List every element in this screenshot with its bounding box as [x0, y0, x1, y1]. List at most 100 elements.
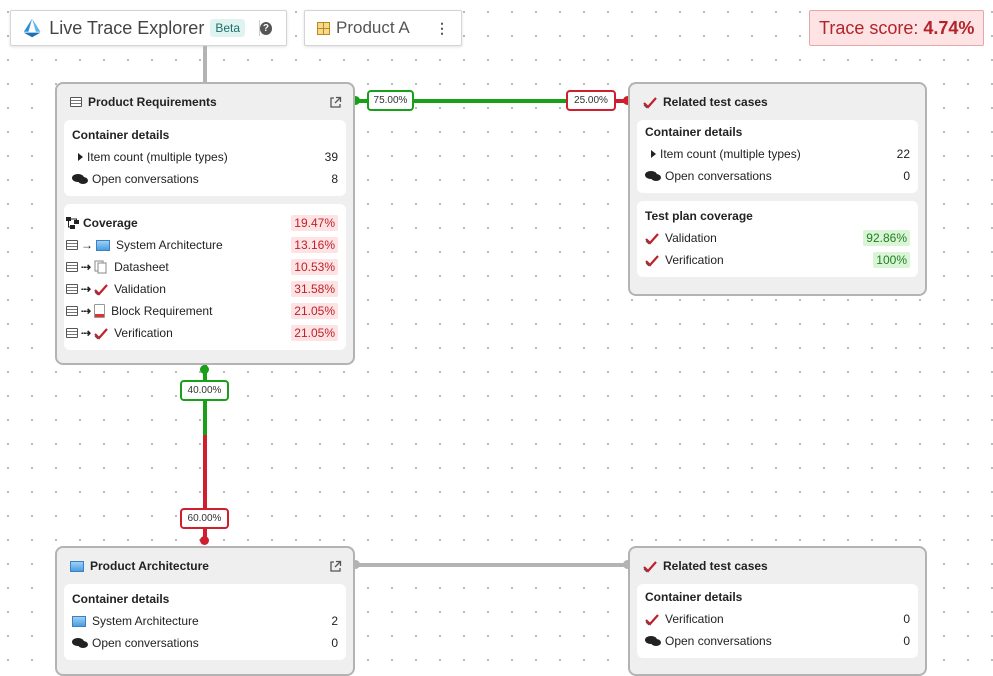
conversations-icon [72, 174, 88, 184]
coverage-value: 31.58% [291, 281, 338, 297]
dashed-arrow-icon: ⇢ [81, 282, 92, 296]
coverage-row[interactable]: Verification 100% [645, 249, 910, 271]
item-count-row[interactable]: Item count (multiple types) 22 [645, 143, 910, 165]
coverage-row[interactable]: ⇢ Datasheet 10.53% [66, 256, 338, 278]
card-header: Product Architecture [64, 548, 346, 584]
open-conversations-row: Open conversations 0 [645, 630, 910, 652]
uncovered-percent-label: 60.00% [180, 508, 229, 529]
container-details-panel: Container details Item count (multiple t… [64, 120, 346, 196]
upstream-connector [203, 46, 207, 82]
card-header: Product Requirements [64, 84, 346, 120]
test-plan-coverage-panel: Test plan coverage Validation 92.86% Ver… [637, 201, 918, 277]
trace-score-value: 4.74% [923, 17, 975, 38]
help-icon[interactable]: ? [259, 21, 272, 35]
detail-row: System Architecture 2 [72, 610, 338, 632]
item-count-label: Item count (multiple types) [660, 147, 801, 161]
uncovered-percent-label: 25.00% [566, 90, 616, 111]
app-brand-bar: Live Trace Explorer Beta ? [10, 10, 287, 46]
app-title: Live Trace Explorer [49, 17, 205, 38]
system-architecture-icon [96, 239, 110, 251]
detail-label: Verification [665, 612, 724, 626]
product-selector[interactable]: Product A ⋮ [304, 10, 462, 46]
related-test-cases-card[interactable]: Related test cases Container details Ite… [628, 82, 927, 296]
expand-caret-icon[interactable] [651, 150, 656, 158]
detail-label: Open conversations [665, 634, 772, 648]
conversations-value: 8 [331, 172, 338, 186]
item-count-row[interactable]: Item count (multiple types) 39 [72, 146, 338, 168]
connector-start-dot [200, 365, 209, 374]
coverage-label: Block Requirement [111, 304, 213, 318]
coverage-panel: Coverage 19.47% → System Architecture 13… [64, 204, 346, 350]
open-conversations-row: Open conversations 8 [72, 168, 338, 190]
conversations-icon [72, 638, 88, 648]
product-requirements-card[interactable]: Product Requirements Container details I… [55, 82, 355, 365]
detail-value: 0 [331, 636, 338, 650]
coverage-value: 10.53% [291, 259, 338, 275]
trace-score-badge: Trace score: 4.74% [809, 10, 985, 46]
coverage-label: Verification [114, 326, 173, 340]
test-check-icon [645, 254, 659, 267]
coverage-value: 21.05% [291, 303, 338, 319]
card-header: Related test cases [637, 84, 918, 120]
related-test-cases-card[interactable]: Related test cases Container details Ver… [628, 546, 927, 676]
requirements-table-icon [66, 306, 78, 316]
card-title: Related test cases [663, 95, 768, 109]
requirements-table-icon [66, 328, 78, 338]
card-title: Product Architecture [90, 559, 209, 573]
panel-title: Test plan coverage [645, 209, 753, 223]
covered-percent-label: 40.00% [180, 380, 229, 401]
requirements-table-icon [66, 262, 78, 272]
coverage-total-badge: 19.47% [291, 215, 338, 231]
open-external-icon[interactable] [329, 560, 342, 573]
system-architecture-icon [70, 560, 84, 572]
coverage-value: 92.86% [863, 230, 910, 246]
neutral-connector-line [356, 563, 628, 567]
coverage-label: Verification [665, 253, 724, 267]
coverage-row[interactable]: → System Architecture 13.16% [66, 234, 338, 256]
connector-end-dot [200, 536, 209, 545]
panel-title: Container details [645, 125, 743, 139]
panel-title: Container details [645, 590, 743, 604]
container-details-panel: Container details Item count (multiple t… [637, 120, 918, 193]
container-details-panel: Container details Verification 0 Open co… [637, 584, 918, 658]
detail-row: Verification 0 [645, 608, 910, 630]
detail-value: 0 [903, 634, 910, 648]
coverage-header-row: Coverage 19.47% [66, 212, 338, 234]
product-name: Product A [336, 18, 410, 37]
test-check-icon [645, 613, 659, 626]
dashed-arrow-icon: ⇢ [81, 326, 92, 340]
beta-badge: Beta [210, 19, 246, 37]
coverage-title: Coverage [83, 216, 138, 230]
test-check-icon [645, 232, 659, 245]
trace-score-label: Trace score: [819, 17, 919, 38]
item-count-label: Item count (multiple types) [87, 150, 228, 164]
coverage-row[interactable]: Validation 92.86% [645, 227, 910, 249]
test-check-icon [643, 560, 657, 573]
requirements-table-icon [70, 97, 82, 107]
card-title: Product Requirements [88, 95, 217, 109]
block-requirement-icon [94, 304, 106, 318]
test-check-icon [94, 283, 108, 296]
open-external-icon[interactable] [329, 96, 342, 109]
requirements-table-icon [66, 284, 78, 294]
more-options-icon[interactable]: ⋮ [435, 21, 449, 35]
conversations-label: Open conversations [92, 172, 199, 186]
dashed-arrow-icon: ⇢ [81, 304, 92, 318]
card-header: Related test cases [637, 548, 918, 584]
expand-caret-icon[interactable] [78, 153, 83, 161]
test-check-icon [94, 327, 108, 340]
system-architecture-icon [72, 615, 86, 627]
datasheet-icon [94, 260, 107, 274]
coverage-row[interactable]: ⇢ Validation 31.58% [66, 278, 338, 300]
coverage-row[interactable]: ⇢ Block Requirement 21.05% [66, 300, 338, 322]
solid-arrow-icon: → [81, 238, 93, 252]
detail-value: 0 [903, 612, 910, 626]
coverage-label: Validation [114, 282, 166, 296]
item-count-value: 39 [324, 150, 338, 164]
conversations-label: Open conversations [665, 169, 772, 183]
test-check-icon [643, 96, 657, 109]
coverage-row[interactable]: ⇢ Verification 21.05% [66, 322, 338, 344]
panel-title: Container details [72, 592, 170, 606]
panel-title: Container details [72, 128, 170, 142]
product-architecture-card[interactable]: Product Architecture Container details S… [55, 546, 355, 676]
